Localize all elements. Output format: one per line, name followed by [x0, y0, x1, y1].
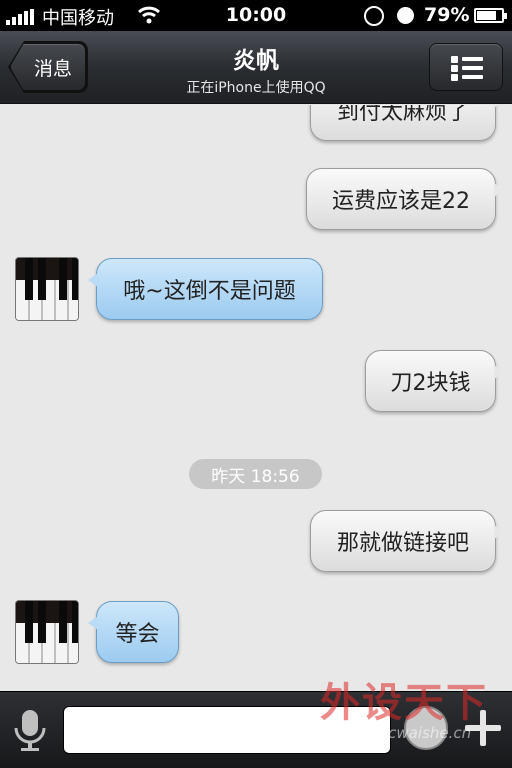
- microphone-icon[interactable]: [10, 706, 50, 754]
- message-bubble-outgoing[interactable]: 到付太麻烦了: [310, 105, 504, 141]
- message-bubble-incoming[interactable]: 哦~这倒不是问题: [88, 258, 323, 320]
- message-bubble-outgoing[interactable]: 那就做链接吧: [310, 510, 504, 572]
- contact-avatar[interactable]: [15, 600, 79, 664]
- message-bubble-outgoing[interactable]: 刀2块钱: [365, 350, 504, 412]
- menu-button[interactable]: [429, 43, 503, 91]
- message-text-input[interactable]: [63, 706, 391, 754]
- plus-icon[interactable]: [461, 706, 505, 750]
- message-bubble-incoming[interactable]: 等会: [88, 601, 179, 663]
- message-timestamp: 昨天 18:56: [189, 459, 322, 489]
- status-bar: 中国移动 10:00 79%: [0, 0, 512, 31]
- message-input-bar: [0, 691, 512, 768]
- emoji-icon[interactable]: [404, 706, 448, 750]
- contact-avatar[interactable]: [15, 257, 79, 321]
- alarm-icon: [397, 7, 414, 24]
- piano-keys-icon: [16, 601, 78, 663]
- list-icon: [451, 56, 483, 81]
- message-bubble-outgoing[interactable]: 运费应该是22: [306, 168, 504, 230]
- battery-icon: [474, 8, 507, 23]
- navigation-bar: 消息 炎帆 正在iPhone上使用QQ: [0, 31, 512, 104]
- battery-percent: 79%: [424, 4, 470, 26]
- chat-message-list[interactable]: 到付太麻烦了 运费应该是22 哦~这倒不是问题 刀2块钱 昨天 18:56 那就…: [0, 105, 512, 691]
- rotation-lock-icon: [364, 6, 384, 26]
- piano-keys-icon: [16, 258, 78, 320]
